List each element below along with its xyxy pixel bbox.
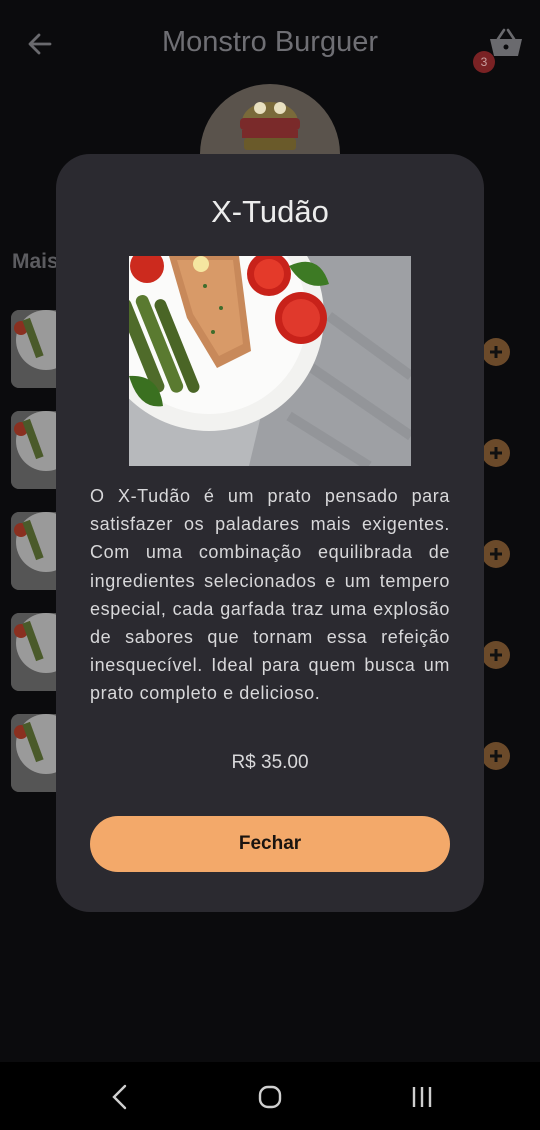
dialog-title: X-Tudão bbox=[211, 194, 329, 229]
cart-count-badge: 3 bbox=[473, 51, 495, 73]
section-heading: Mais bbox=[12, 250, 59, 273]
product-price: R$ 35.00 bbox=[231, 752, 309, 773]
system-nav-bar bbox=[0, 1062, 540, 1130]
product-detail-dialog: X-Tudão O X-Tudão é um prato pensado par… bbox=[56, 154, 484, 912]
plus-icon bbox=[490, 649, 502, 661]
plus-icon bbox=[490, 548, 502, 560]
product-description: O X-Tudão é um prato pensado para satisf… bbox=[90, 486, 450, 704]
add-to-cart-button[interactable] bbox=[482, 641, 510, 669]
close-button[interactable]: Fechar bbox=[90, 816, 450, 872]
system-home-button[interactable] bbox=[250, 1082, 290, 1112]
chevron-left-icon bbox=[112, 1084, 127, 1110]
page-title: Monstro Burguer bbox=[162, 26, 378, 58]
app-bar: Monstro Burguer 3 bbox=[0, 0, 540, 88]
food-photo bbox=[129, 256, 411, 466]
system-recents-button[interactable] bbox=[402, 1082, 442, 1112]
home-circle-icon bbox=[258, 1085, 282, 1109]
add-to-cart-button[interactable] bbox=[482, 439, 510, 467]
recents-bars-icon bbox=[412, 1087, 432, 1107]
add-to-cart-button[interactable] bbox=[482, 742, 510, 770]
plus-icon bbox=[490, 447, 502, 459]
plus-icon bbox=[490, 346, 502, 358]
add-to-cart-button[interactable] bbox=[482, 540, 510, 568]
add-to-cart-button[interactable] bbox=[482, 338, 510, 366]
system-back-button[interactable] bbox=[100, 1082, 140, 1112]
product-image bbox=[129, 256, 411, 466]
plus-icon bbox=[490, 750, 502, 762]
